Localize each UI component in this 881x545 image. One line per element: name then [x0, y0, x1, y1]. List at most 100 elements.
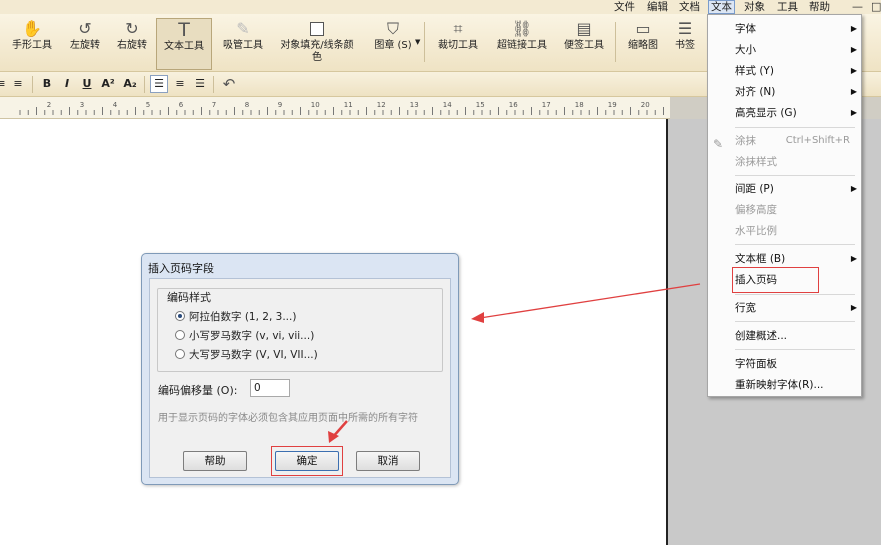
stamp-button[interactable]: ⛉ 图章 (S)	[366, 18, 420, 70]
ruler-ticks: 23456789101112131415161718192021	[19, 101, 664, 115]
stamp-icon: ⛉	[386, 19, 399, 38]
rotate-right-button[interactable]: ↻ 右旋转	[109, 18, 155, 70]
menu-item-spacing[interactable]: 间距 (P) ▶	[708, 179, 861, 199]
menu-item-font[interactable]: 字体 ▶	[708, 19, 861, 39]
menu-item-redact[interactable]: ✎ 涂抹 Ctrl+Shift+R	[708, 131, 861, 151]
minimize-button[interactable]: —	[852, 0, 863, 14]
submenu-arrow-icon: ▶	[850, 66, 857, 75]
menu-item-line-width[interactable]: 行宽 ▶	[708, 298, 861, 318]
menu-item-align[interactable]: 对齐 (N) ▶	[708, 82, 861, 102]
menu-object[interactable]: 对象	[744, 0, 765, 14]
rotate-right-icon: ↻	[125, 19, 139, 38]
submenu-arrow-icon: ▶	[850, 108, 857, 117]
ruler-label: 9	[278, 101, 282, 109]
link-tool-button[interactable]: ⛓ 超链接工具	[490, 18, 554, 70]
thumbnail-button[interactable]: ▭ 缩略图	[620, 18, 666, 70]
line-spacing-medium-icon[interactable]: ≡	[171, 75, 189, 93]
eyedropper-button[interactable]: ✎ 吸管工具	[215, 18, 271, 70]
submenu-arrow-icon: ▶	[850, 184, 857, 193]
line-spacing-double-icon[interactable]: ☰	[191, 75, 209, 93]
note-tool-button[interactable]: ▤ 便签工具	[557, 18, 611, 70]
ruler-label: 15	[476, 101, 485, 109]
radio-arabic[interactable]: 阿拉伯数字 (1, 2, 3...)	[175, 310, 296, 324]
format-separator	[144, 76, 145, 93]
redact-icon: ✎	[713, 137, 724, 151]
superscript-button[interactable]: A²	[99, 75, 117, 93]
align-justify-icon[interactable]: ≡	[0, 75, 6, 93]
menu-bar: 文件 编辑 文档 文本 对象 工具 帮助 — □	[0, 0, 881, 14]
submenu-arrow-icon: ▶	[850, 87, 857, 96]
menu-item-highlight[interactable]: 高亮显示 (G) ▶	[708, 103, 861, 123]
radio-label: 阿拉伯数字 (1, 2, 3...)	[189, 311, 297, 323]
menu-item-label: 水平比例	[735, 225, 777, 237]
ruler-label: 7	[212, 101, 216, 109]
menu-file[interactable]: 文件	[614, 0, 635, 14]
menu-separator	[735, 127, 855, 128]
offset-input[interactable]: 0	[250, 379, 290, 397]
hand-tool-button[interactable]: ✋ 手形工具	[4, 18, 60, 70]
menu-item-size[interactable]: 大小 ▶	[708, 40, 861, 60]
help-button[interactable]: 帮助	[183, 451, 247, 471]
text-menu-dropdown: 字体 ▶ 大小 ▶ 样式 (Y) ▶ 对齐 (N) ▶ 高亮显示 (G) ▶ ✎ 涂抹 Ctr…	[707, 14, 862, 397]
ruler-label: 17	[542, 101, 551, 109]
menu-item-text-box[interactable]: 文本框 (B) ▶	[708, 249, 861, 269]
bookmark-button[interactable]: ☰ 书签	[668, 18, 702, 70]
menu-item-label: 高亮显示 (G)	[735, 107, 797, 119]
ruler-label: 10	[311, 101, 320, 109]
format-separator	[213, 76, 214, 93]
menu-help[interactable]: 帮助	[809, 0, 830, 14]
menu-item-horizontal-scale[interactable]: 水平比例	[708, 221, 861, 241]
format-separator	[32, 76, 33, 93]
stamp-dropdown-icon[interactable]: ▼	[415, 38, 420, 46]
submenu-arrow-icon: ▶	[850, 254, 857, 263]
crop-tool-button[interactable]: ⌗ 裁切工具	[430, 18, 486, 70]
ok-button[interactable]: 确定	[275, 451, 339, 471]
align-justify-all-icon[interactable]: ≡	[9, 75, 27, 93]
bold-button[interactable]: B	[38, 75, 56, 93]
menu-edit[interactable]: 编辑	[647, 0, 668, 14]
ruler-label: 4	[113, 101, 118, 109]
tool-label: 吸管工具	[223, 40, 263, 51]
text-tool-button[interactable]: T 文本工具	[156, 18, 212, 70]
menu-separator	[735, 321, 855, 322]
menu-item-create-outline[interactable]: 创建概述...	[708, 326, 861, 346]
radio-roman-lower[interactable]: 小写罗马数字 (v, vi, vii...)	[175, 329, 314, 343]
menu-item-redact-style[interactable]: 涂抹样式	[708, 152, 861, 172]
menu-item-style[interactable]: 样式 (Y) ▶	[708, 61, 861, 81]
menu-item-remap-fonts[interactable]: 重新映射字体(R)...	[708, 375, 861, 395]
line-spacing-single-icon[interactable]: ☰	[150, 75, 168, 93]
undo-icon[interactable]: ↶	[220, 75, 238, 93]
menu-separator	[735, 349, 855, 350]
ruler-label: 12	[377, 101, 386, 109]
menu-item-character-panel[interactable]: 字符面板	[708, 354, 861, 374]
radio-roman-upper[interactable]: 大写罗马数字 (V, VI, VII...)	[175, 348, 318, 362]
maximize-button[interactable]: □	[871, 0, 881, 14]
rotate-left-button[interactable]: ↺ 左旋转	[62, 18, 108, 70]
subscript-button[interactable]: A₂	[121, 75, 139, 93]
cancel-button[interactable]: 取消	[356, 451, 420, 471]
radio-label: 大写罗马数字 (V, VI, VII...)	[189, 349, 318, 361]
tool-label: 文本工具	[164, 41, 204, 52]
menu-item-label: 间距 (P)	[735, 183, 774, 195]
ruler-label: 11	[344, 101, 353, 109]
fill-color-button[interactable]: 对象填充/线条颜色	[273, 18, 361, 70]
radio-selected-icon	[175, 311, 185, 321]
menu-item-baseline-offset[interactable]: 偏移高度	[708, 200, 861, 220]
horizontal-ruler: 23456789101112131415161718192021	[0, 97, 670, 119]
menu-text[interactable]: 文本	[708, 0, 735, 14]
menu-tools[interactable]: 工具	[777, 0, 798, 14]
menu-item-label: 文本框 (B)	[735, 253, 786, 265]
toolbar-separator	[615, 22, 616, 62]
menu-item-label: 重新映射字体(R)...	[735, 379, 824, 391]
menu-document[interactable]: 文档	[679, 0, 700, 14]
thumbnail-icon: ▭	[635, 19, 651, 38]
menu-separator	[735, 244, 855, 245]
tool-label: 图章 (S)	[374, 40, 412, 51]
italic-button[interactable]: I	[58, 75, 76, 93]
menu-item-shortcut: Ctrl+Shift+R	[785, 135, 850, 146]
crop-icon: ⌗	[453, 19, 463, 38]
tool-label: 书签	[675, 40, 695, 51]
note-icon: ▤	[576, 19, 592, 38]
underline-button[interactable]: U	[78, 75, 96, 93]
menu-item-label: 字符面板	[735, 358, 777, 370]
